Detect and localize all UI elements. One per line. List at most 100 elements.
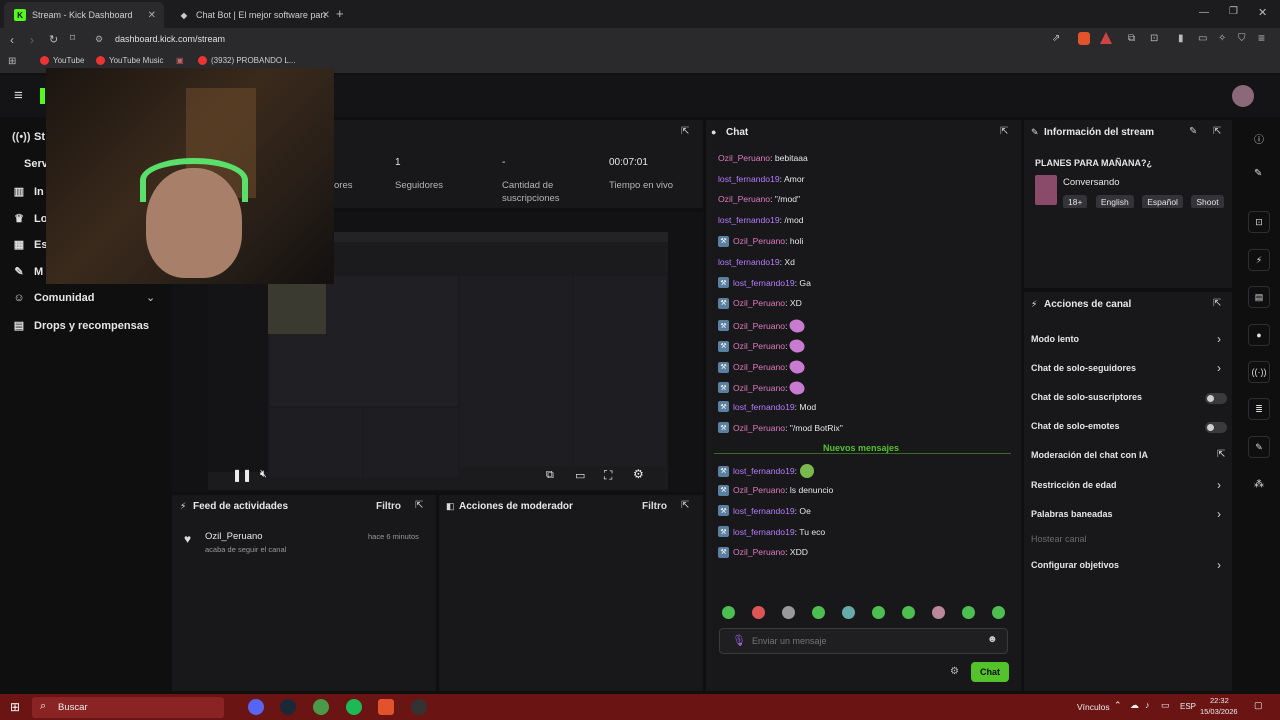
emote-icon[interactable] [902,606,915,619]
chevron-right-icon[interactable]: › [1217,558,1221,572]
brave-rewards-icon[interactable] [1100,32,1112,44]
emote-icon[interactable] [752,606,765,619]
vpn-icon[interactable]: ⛉ [1238,33,1246,44]
chat-message[interactable]: ⚒ Ozil_Peruano: "/mod BotRix" [718,422,843,434]
close-tab-icon[interactable]: ✕ [148,10,156,21]
chat-username[interactable]: lost_fernando19 [718,174,780,184]
channel-action-item[interactable]: Modo lento [1031,334,1079,344]
screenshot-icon[interactable]: ⊡ [1150,33,1158,44]
channel-action-item[interactable]: Chat de solo-seguidores [1031,363,1136,373]
chat-message[interactable]: lost_fernando19: /mod [718,215,804,225]
kick-logo[interactable] [40,88,45,104]
popout-icon[interactable]: ⇱ [1000,126,1008,137]
edit-icon[interactable]: ✎ [1189,126,1197,137]
clock-date[interactable]: 15/03/2026 [1200,707,1238,716]
emote-icon[interactable] [782,606,795,619]
extensions-icon[interactable]: ⧉ [1128,33,1135,44]
menu-icon[interactable]: ≡ [1258,31,1265,45]
cloud-icon[interactable]: ☁ [1130,700,1139,711]
popout-icon[interactable]: ⇱ [681,126,689,137]
bookmark-folder[interactable]: ▣ [176,56,188,65]
emote-icon[interactable] [932,606,945,619]
site-info-icon[interactable]: ⚙ [95,34,103,45]
chat-message[interactable]: ⚒ lost_fernando19: Oe [718,505,811,517]
chat-username[interactable]: Ozil_Peruano [733,298,785,308]
chat-username[interactable]: lost_fernando19 [733,527,795,537]
taskbar-search[interactable]: ⌕ Buscar [32,697,224,718]
rail-chat-icon[interactable]: ● [1248,324,1270,346]
spotify-icon[interactable] [346,699,362,715]
chat-settings-icon[interactable]: ⚙ [950,666,959,677]
share-icon[interactable]: ⇗ [1052,33,1060,44]
sidebar-item-servers[interactable]: Serv [24,158,48,170]
chat-username[interactable]: Ozil_Peruano [733,485,785,495]
bookmark-icon[interactable]: ⌑ [70,33,75,44]
bookmark-youtube[interactable]: YouTube [40,56,84,65]
emote-icon[interactable] [992,606,1005,619]
pause-icon[interactable]: ❚❚ [232,468,252,482]
popout-icon[interactable]: ⇱ [1213,298,1221,309]
reload-icon[interactable]: ↻ [49,33,58,46]
rail-lightning-icon[interactable]: ⚡︎ [1248,249,1270,271]
sidebar-item-community[interactable]: ☺ Comunidad [12,292,94,304]
chat-username[interactable]: Ozil_Peruano [733,423,785,433]
chat-username[interactable]: Ozil_Peruano [718,194,770,204]
chat-message[interactable]: ⚒ Ozil_Peruano: [718,378,808,398]
close-tab-icon[interactable]: ✕ [322,10,330,21]
rail-list-icon[interactable]: ▤ [1248,286,1270,308]
chat-username[interactable]: lost_fernando19 [733,466,795,476]
popout-icon[interactable]: ⇱ [1213,126,1221,137]
url-field[interactable]: dashboard.kick.com/stream [115,34,225,44]
chrome-icon[interactable] [313,699,329,715]
tab-chat-bot[interactable]: ◆ Chat Bot | El mejor software para po ✕ [168,2,338,28]
settings-gear-icon[interactable]: ⚙ [633,467,644,481]
rail-wrench-icon[interactable]: ✎ [1248,436,1270,458]
emoji-icon[interactable]: ☻ [987,634,998,645]
maximize-icon[interactable]: ❐ [1229,6,1238,17]
chat-username[interactable]: Ozil_Peruano [733,341,785,351]
hamburger-menu-icon[interactable]: ≡ [14,87,23,104]
popout-icon[interactable]: ⇱ [681,500,689,511]
emote-icon[interactable] [962,606,975,619]
chat-message[interactable]: ⚒ lost_fernando19: Mod [718,401,816,413]
mod-filter-button[interactable]: Filtro [642,501,667,512]
emote-icon[interactable] [842,606,855,619]
steam-icon[interactable] [280,699,296,715]
apps-icon[interactable]: ⁂ [1254,479,1264,490]
chat-username[interactable]: lost_fernando19 [733,506,795,516]
rail-layers-icon[interactable]: ≣ [1248,398,1270,420]
emote-icon[interactable] [812,606,825,619]
links-label[interactable]: Vínculos [1077,702,1110,712]
chat-message[interactable]: Ozil_Peruano: "/mod" [718,194,800,204]
tab-kick-dashboard[interactable]: K Stream - Kick Dashboard ✕ [4,2,164,28]
brave-icon[interactable] [378,699,394,715]
sidebar-item-moderation[interactable]: ✎ M [12,265,43,279]
new-tab-icon[interactable]: + [336,6,344,21]
language-indicator[interactable]: ESP [1180,702,1196,711]
chat-message[interactable]: ⚒ lost_fernando19: [718,464,815,478]
sidebar-item-insights[interactable]: ▥ In [12,185,44,199]
chat-message[interactable]: lost_fernando19: Amor [718,174,804,184]
toggle-switch[interactable] [1205,422,1227,433]
close-window-icon[interactable]: ✕ [1258,6,1267,19]
emote-icon[interactable] [872,606,885,619]
sidebar-item-stream[interactable]: ((•)) St [12,131,45,143]
chat-message[interactable]: Ozil_Peruano: bebitaaa [718,153,808,163]
chevron-right-icon[interactable]: › [1217,478,1221,492]
chat-message[interactable]: ⚒ lost_fernando19: Tu eco [718,526,825,538]
wallet-icon[interactable]: ▭ [1198,33,1207,44]
external-link-icon[interactable]: ⇱ [1217,449,1225,460]
chat-username[interactable]: lost_fernando19 [733,278,795,288]
battery-icon[interactable]: ▭ [1161,700,1170,711]
chat-message[interactable]: ⚒ Ozil_Peruano: XD [718,297,802,309]
windows-start-icon[interactable]: ⊞ [10,700,20,714]
user-avatar[interactable] [1232,85,1254,107]
chat-username[interactable]: Ozil_Peruano [733,236,785,246]
clock-time[interactable]: 22:32 [1210,696,1229,705]
chat-username[interactable]: lost_fernando19 [733,402,795,412]
chat-username[interactable]: lost_fernando19 [718,215,780,225]
back-icon[interactable]: ‹ [10,33,14,47]
chat-username[interactable]: Ozil_Peruano [718,153,770,163]
chevron-right-icon[interactable]: › [1217,507,1221,521]
chat-message[interactable]: ⚒ Ozil_Peruano: ls denuncio [718,484,833,496]
